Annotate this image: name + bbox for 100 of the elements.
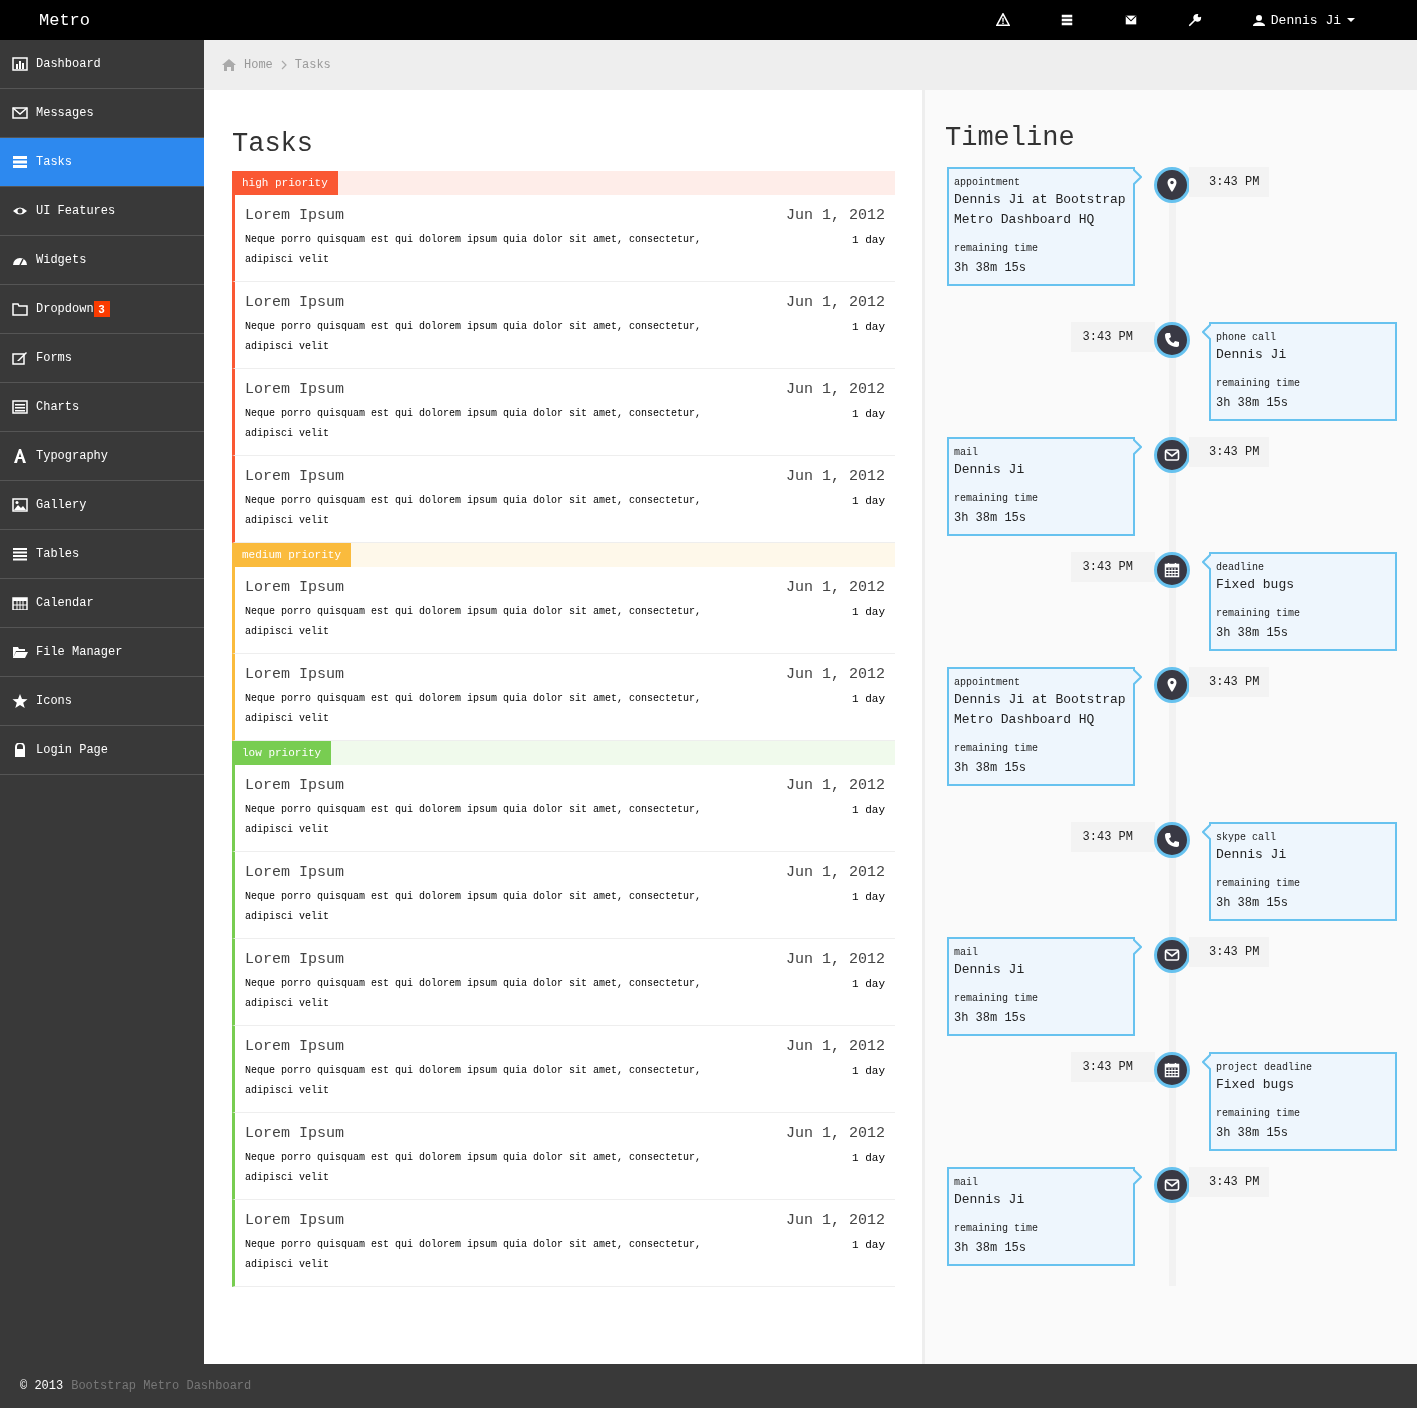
- task-item[interactable]: Lorem Ipsum Jun 1, 2012 Neque porro quisquam est qui dolorem ipsum quia dolor sit amet, consectetur, adipisci velit 1 day: [232, 567, 895, 654]
- image-icon: [12, 498, 28, 512]
- task-duration: 1 day: [851, 319, 885, 335]
- task-title: Lorem Ipsum: [245, 1211, 346, 1231]
- task-duration: 1 day: [851, 604, 885, 620]
- task-description: Neque porro quisquam est qui dolorem ipsum quia dolor sit amet, consectetur, adipisci velit: [245, 691, 703, 726]
- event-category: deadline: [1216, 561, 1265, 575]
- sidebar-label: Charts: [36, 400, 80, 414]
- remaining-time: 3h 38m 15s: [954, 1240, 1027, 1257]
- task-description: Neque porro quisquam est qui dolorem ipsum quia dolor sit amet, consectetur, adipisci velit: [245, 493, 703, 528]
- remaining-time: 3h 38m 15s: [1216, 395, 1289, 412]
- event-title: Fixed bugs: [1216, 576, 1295, 594]
- task-date: Jun 1, 2012: [785, 665, 885, 685]
- caret-icon: [1347, 18, 1355, 22]
- event-time: 3:43 PM: [1189, 167, 1270, 197]
- task-date: Jun 1, 2012: [785, 863, 885, 883]
- star-icon: [12, 694, 28, 708]
- task-description: Neque porro quisquam est qui dolorem ipsum quia dolor sit amet, consectetur, adipisci velit: [245, 1150, 703, 1185]
- task-date: Jun 1, 2012: [785, 1124, 885, 1144]
- sidebar-label: UI Features: [36, 204, 116, 218]
- task-description: Neque porro quisquam est qui dolorem ipsum quia dolor sit amet, consectetur, adipisci velit: [245, 319, 703, 354]
- phone-icon: [1164, 832, 1180, 848]
- task-item[interactable]: Lorem Ipsum Jun 1, 2012 Neque porro quisquam est qui dolorem ipsum quia dolor sit amet, consectetur, adipisci velit 1 day: [232, 1200, 895, 1287]
- event-time: 3:43 PM: [1189, 1167, 1270, 1197]
- remaining-time: 3h 38m 15s: [954, 760, 1027, 777]
- copyright-text: © 2013: [20, 1379, 64, 1393]
- task-date: Jun 1, 2012: [785, 950, 885, 970]
- warning-icon[interactable]: [995, 13, 1010, 27]
- task-duration: 1 day: [851, 976, 885, 992]
- event-title: Dennis Ji at Bootstrap Metro Dashboard HQ: [954, 191, 1127, 229]
- lock-icon: [12, 743, 28, 757]
- task-date: Jun 1, 2012: [785, 578, 885, 598]
- task-title: Lorem Ipsum: [245, 380, 346, 400]
- task-item[interactable]: Lorem Ipsum Jun 1, 2012 Neque porro quisquam est qui dolorem ipsum quia dolor sit amet, consectetur, adipisci velit 1 day: [232, 1113, 895, 1200]
- task-date: Jun 1, 2012: [785, 467, 885, 487]
- event-title: Dennis Ji: [954, 461, 1026, 479]
- task-date: Jun 1, 2012: [785, 293, 885, 313]
- folder-icon: [12, 302, 28, 316]
- remaining-label: remaining time: [954, 992, 1039, 1006]
- priority-label: high priority: [232, 171, 338, 195]
- remaining-label: remaining time: [954, 492, 1039, 506]
- task-description: Neque porro quisquam est qui dolorem ipsum quia dolor sit amet, consectetur, adipisci velit: [245, 889, 703, 924]
- task-item[interactable]: Lorem Ipsum Jun 1, 2012 Neque porro quisquam est qui dolorem ipsum quia dolor sit amet, consectetur, adipisci velit 1 day: [232, 1026, 895, 1113]
- event-category: skype call: [1216, 831, 1277, 845]
- envelope-icon: [1164, 1177, 1180, 1193]
- sidebar-label: Forms: [36, 351, 72, 365]
- brand-logo[interactable]: Metro: [39, 10, 90, 30]
- task-title: Lorem Ipsum: [245, 776, 346, 796]
- remaining-time: 3h 38m 15s: [954, 1010, 1027, 1027]
- sidebar-label: File Manager: [36, 645, 123, 659]
- remaining-time: 3h 38m 15s: [1216, 625, 1289, 642]
- sidebar-label: Tasks: [36, 155, 72, 169]
- bar-chart-icon: [12, 57, 28, 71]
- task-item[interactable]: Lorem Ipsum Jun 1, 2012 Neque porro quisquam est qui dolorem ipsum quia dolor sit amet, consectetur, adipisci velit 1 day: [232, 852, 895, 939]
- event-category: mail: [954, 946, 979, 960]
- remaining-label: remaining time: [954, 242, 1039, 256]
- event-time: 3:43 PM: [1070, 552, 1155, 582]
- sidebar-item[interactable]: Tasks: [0, 138, 204, 187]
- envelope-icon[interactable]: [1123, 13, 1138, 27]
- remaining-time: 3h 38m 15s: [954, 260, 1027, 277]
- event-title: Dennis Ji: [1216, 346, 1288, 364]
- task-duration: 1 day: [851, 889, 885, 905]
- sidebar-label: Widgets: [36, 253, 87, 267]
- task-date: Jun 1, 2012: [785, 206, 885, 226]
- page-title: Tasks: [232, 128, 314, 161]
- calendar-icon: [12, 596, 28, 610]
- task-duration: 1 day: [851, 1237, 885, 1253]
- sidebar-label: Tables: [36, 547, 80, 561]
- envelope-icon: [1164, 947, 1180, 963]
- task-item[interactable]: Lorem Ipsum Jun 1, 2012 Neque porro quisquam est qui dolorem ipsum quia dolor sit amet, consectetur, adipisci velit 1 day: [232, 369, 895, 456]
- task-item[interactable]: Lorem Ipsum Jun 1, 2012 Neque porro quisquam est qui dolorem ipsum quia dolor sit amet, consectetur, adipisci velit 1 day: [232, 939, 895, 1026]
- task-description: Neque porro quisquam est qui dolorem ipsum quia dolor sit amet, consectetur, adipisci velit: [245, 1237, 703, 1272]
- remaining-label: remaining time: [1216, 377, 1301, 391]
- chevron-icon: [280, 60, 287, 70]
- sidebar-label: Typography: [36, 449, 108, 463]
- task-duration: 1 day: [851, 802, 885, 818]
- wrench-icon[interactable]: [1187, 13, 1202, 27]
- task-duration: 1 day: [851, 1063, 885, 1079]
- task-title: Lorem Ipsum: [245, 665, 346, 685]
- task-item[interactable]: Lorem Ipsum Jun 1, 2012 Neque porro quisquam est qui dolorem ipsum quia dolor sit amet, consectetur, adipisci velit 1 day: [232, 765, 895, 852]
- sidebar-label: Gallery: [36, 498, 87, 512]
- task-description: Neque porro quisquam est qui dolorem ipsum quia dolor sit amet, consectetur, adipisci velit: [245, 604, 703, 639]
- font-icon: [12, 449, 28, 463]
- task-description: Neque porro quisquam est qui dolorem ipsum quia dolor sit amet, consectetur, adipisci velit: [245, 976, 703, 1011]
- section-title: Timeline: [945, 122, 1076, 155]
- priority-label: low priority: [232, 741, 332, 765]
- task-title: Lorem Ipsum: [245, 578, 346, 598]
- user-menu[interactable]: Dennis Ji: [1252, 12, 1355, 28]
- list-icon: [12, 155, 28, 169]
- event-title: Dennis Ji: [954, 1191, 1026, 1209]
- sidebar-item[interactable]: Dropdown 3: [0, 285, 204, 334]
- event-title: Dennis Ji: [954, 961, 1026, 979]
- task-duration: 1 day: [851, 232, 885, 248]
- task-item[interactable]: Lorem Ipsum Jun 1, 2012 Neque porro quisquam est qui dolorem ipsum quia dolor sit amet, consectetur, adipisci velit 1 day: [232, 195, 895, 282]
- server-icon[interactable]: [1059, 13, 1074, 27]
- event-title: Dennis Ji: [1216, 846, 1288, 864]
- remaining-label: remaining time: [1216, 1107, 1301, 1121]
- event-category: mail: [954, 1176, 979, 1190]
- task-item[interactable]: Lorem Ipsum Jun 1, 2012 Neque porro quisquam est qui dolorem ipsum quia dolor sit amet, consectetur, adipisci velit 1 day: [232, 282, 895, 369]
- open-folder-icon: [12, 645, 28, 659]
